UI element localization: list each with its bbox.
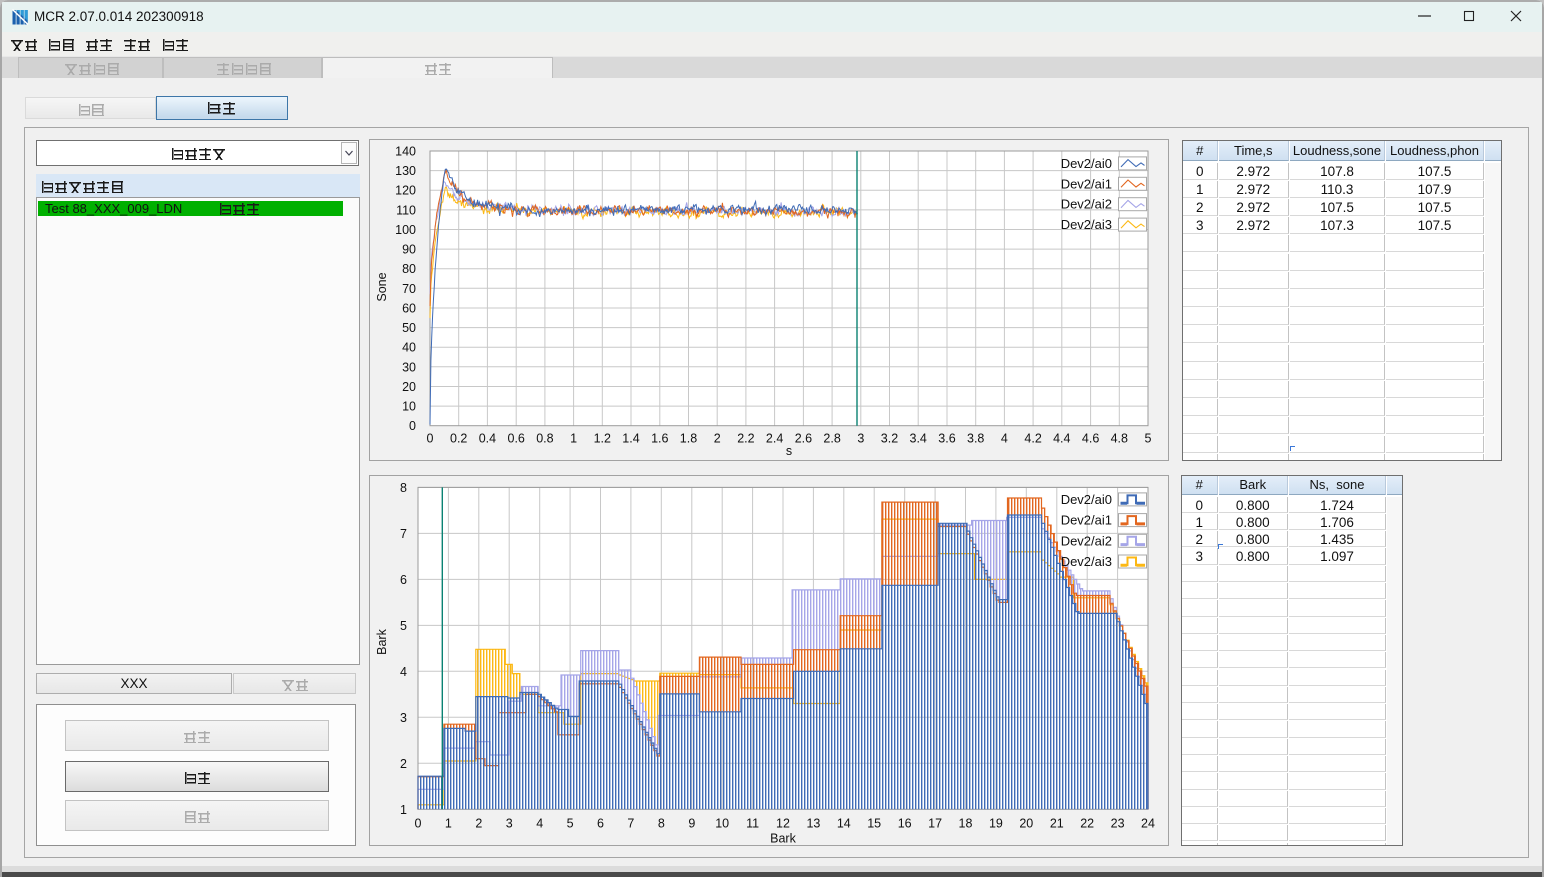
svg-text:10: 10 <box>715 816 729 830</box>
svg-text:12: 12 <box>776 816 790 830</box>
svg-text:3.6: 3.6 <box>938 432 955 446</box>
svg-text:8: 8 <box>658 816 665 830</box>
svg-text:Dev2/ai2: Dev2/ai2 <box>1061 197 1112 212</box>
svg-text:16: 16 <box>898 816 912 830</box>
svg-text:19: 19 <box>989 816 1003 830</box>
svg-text:5: 5 <box>567 816 574 830</box>
svg-text:0.4: 0.4 <box>479 432 496 446</box>
svg-text:100: 100 <box>395 223 416 237</box>
svg-text:110: 110 <box>396 203 416 217</box>
svg-text:140: 140 <box>395 145 416 159</box>
svg-text:4.2: 4.2 <box>1024 432 1041 446</box>
svg-text:3.4: 3.4 <box>910 432 927 446</box>
svg-text:1: 1 <box>570 432 577 446</box>
svg-text:1: 1 <box>445 816 452 830</box>
svg-text:4: 4 <box>400 665 407 679</box>
svg-text:11: 11 <box>746 816 759 830</box>
svg-text:80: 80 <box>402 262 416 276</box>
svg-text:0: 0 <box>415 816 422 830</box>
svg-text:4.8: 4.8 <box>1111 432 1128 446</box>
svg-text:Dev2/ai1: Dev2/ai1 <box>1061 176 1112 191</box>
svg-text:70: 70 <box>402 282 416 296</box>
svg-text:s: s <box>786 444 792 458</box>
svg-text:21: 21 <box>1050 816 1064 830</box>
svg-text:1.4: 1.4 <box>622 432 639 446</box>
svg-text:2.4: 2.4 <box>766 432 783 446</box>
svg-text:60: 60 <box>402 302 416 316</box>
svg-text:90: 90 <box>402 243 416 257</box>
svg-text:30: 30 <box>402 360 416 374</box>
svg-text:6: 6 <box>400 573 407 587</box>
svg-text:0: 0 <box>409 419 416 433</box>
svg-text:3: 3 <box>400 711 407 725</box>
svg-text:120: 120 <box>395 184 416 198</box>
svg-text:18: 18 <box>959 816 973 830</box>
svg-text:2.8: 2.8 <box>823 432 840 446</box>
svg-text:0.2: 0.2 <box>450 432 467 446</box>
svg-text:3: 3 <box>506 816 513 830</box>
svg-text:Bark: Bark <box>375 628 389 654</box>
svg-text:17: 17 <box>928 816 942 830</box>
svg-text:4.6: 4.6 <box>1082 432 1099 446</box>
svg-text:130: 130 <box>395 164 416 178</box>
svg-text:1: 1 <box>400 803 407 817</box>
svg-text:0.6: 0.6 <box>508 432 525 446</box>
svg-text:2: 2 <box>400 757 407 771</box>
svg-text:Dev2/ai0: Dev2/ai0 <box>1061 156 1112 171</box>
svg-text:0.8: 0.8 <box>536 432 553 446</box>
svg-text:3.2: 3.2 <box>881 432 898 446</box>
svg-text:23: 23 <box>1111 816 1125 830</box>
svg-text:Dev2/ai1: Dev2/ai1 <box>1061 513 1112 528</box>
svg-text:8: 8 <box>400 481 407 495</box>
svg-text:0: 0 <box>427 432 434 446</box>
svg-text:5: 5 <box>400 619 407 633</box>
svg-text:1.8: 1.8 <box>680 432 697 446</box>
svg-text:40: 40 <box>402 341 416 355</box>
svg-text:Bark: Bark <box>770 831 796 845</box>
svg-text:9: 9 <box>688 816 695 830</box>
svg-text:15: 15 <box>867 816 881 830</box>
svg-text:2.2: 2.2 <box>737 432 754 446</box>
svg-text:14: 14 <box>837 816 851 830</box>
svg-text:13: 13 <box>806 816 820 830</box>
svg-text:Sone: Sone <box>375 272 389 301</box>
svg-text:6: 6 <box>597 816 604 830</box>
svg-text:50: 50 <box>402 321 416 335</box>
svg-text:5: 5 <box>1145 432 1152 446</box>
svg-text:22: 22 <box>1080 816 1094 830</box>
svg-text:Dev2/ai3: Dev2/ai3 <box>1061 554 1112 569</box>
svg-text:Dev2/ai0: Dev2/ai0 <box>1061 492 1112 507</box>
svg-text:20: 20 <box>1019 816 1033 830</box>
svg-text:2: 2 <box>714 432 721 446</box>
svg-text:10: 10 <box>402 400 416 414</box>
svg-text:4.4: 4.4 <box>1053 432 1070 446</box>
svg-text:3: 3 <box>857 432 864 446</box>
svg-text:2: 2 <box>475 816 482 830</box>
svg-text:1.2: 1.2 <box>594 432 611 446</box>
svg-text:20: 20 <box>402 380 416 394</box>
svg-text:2.6: 2.6 <box>795 432 812 446</box>
svg-text:Dev2/ai2: Dev2/ai2 <box>1061 533 1112 548</box>
svg-text:3.8: 3.8 <box>967 432 984 446</box>
svg-text:24: 24 <box>1141 816 1155 830</box>
svg-text:1.6: 1.6 <box>651 432 668 446</box>
svg-text:Dev2/ai3: Dev2/ai3 <box>1061 217 1112 232</box>
svg-text:7: 7 <box>400 527 407 541</box>
svg-text:4: 4 <box>1001 432 1008 446</box>
svg-text:4: 4 <box>536 816 543 830</box>
svg-text:7: 7 <box>627 816 634 830</box>
